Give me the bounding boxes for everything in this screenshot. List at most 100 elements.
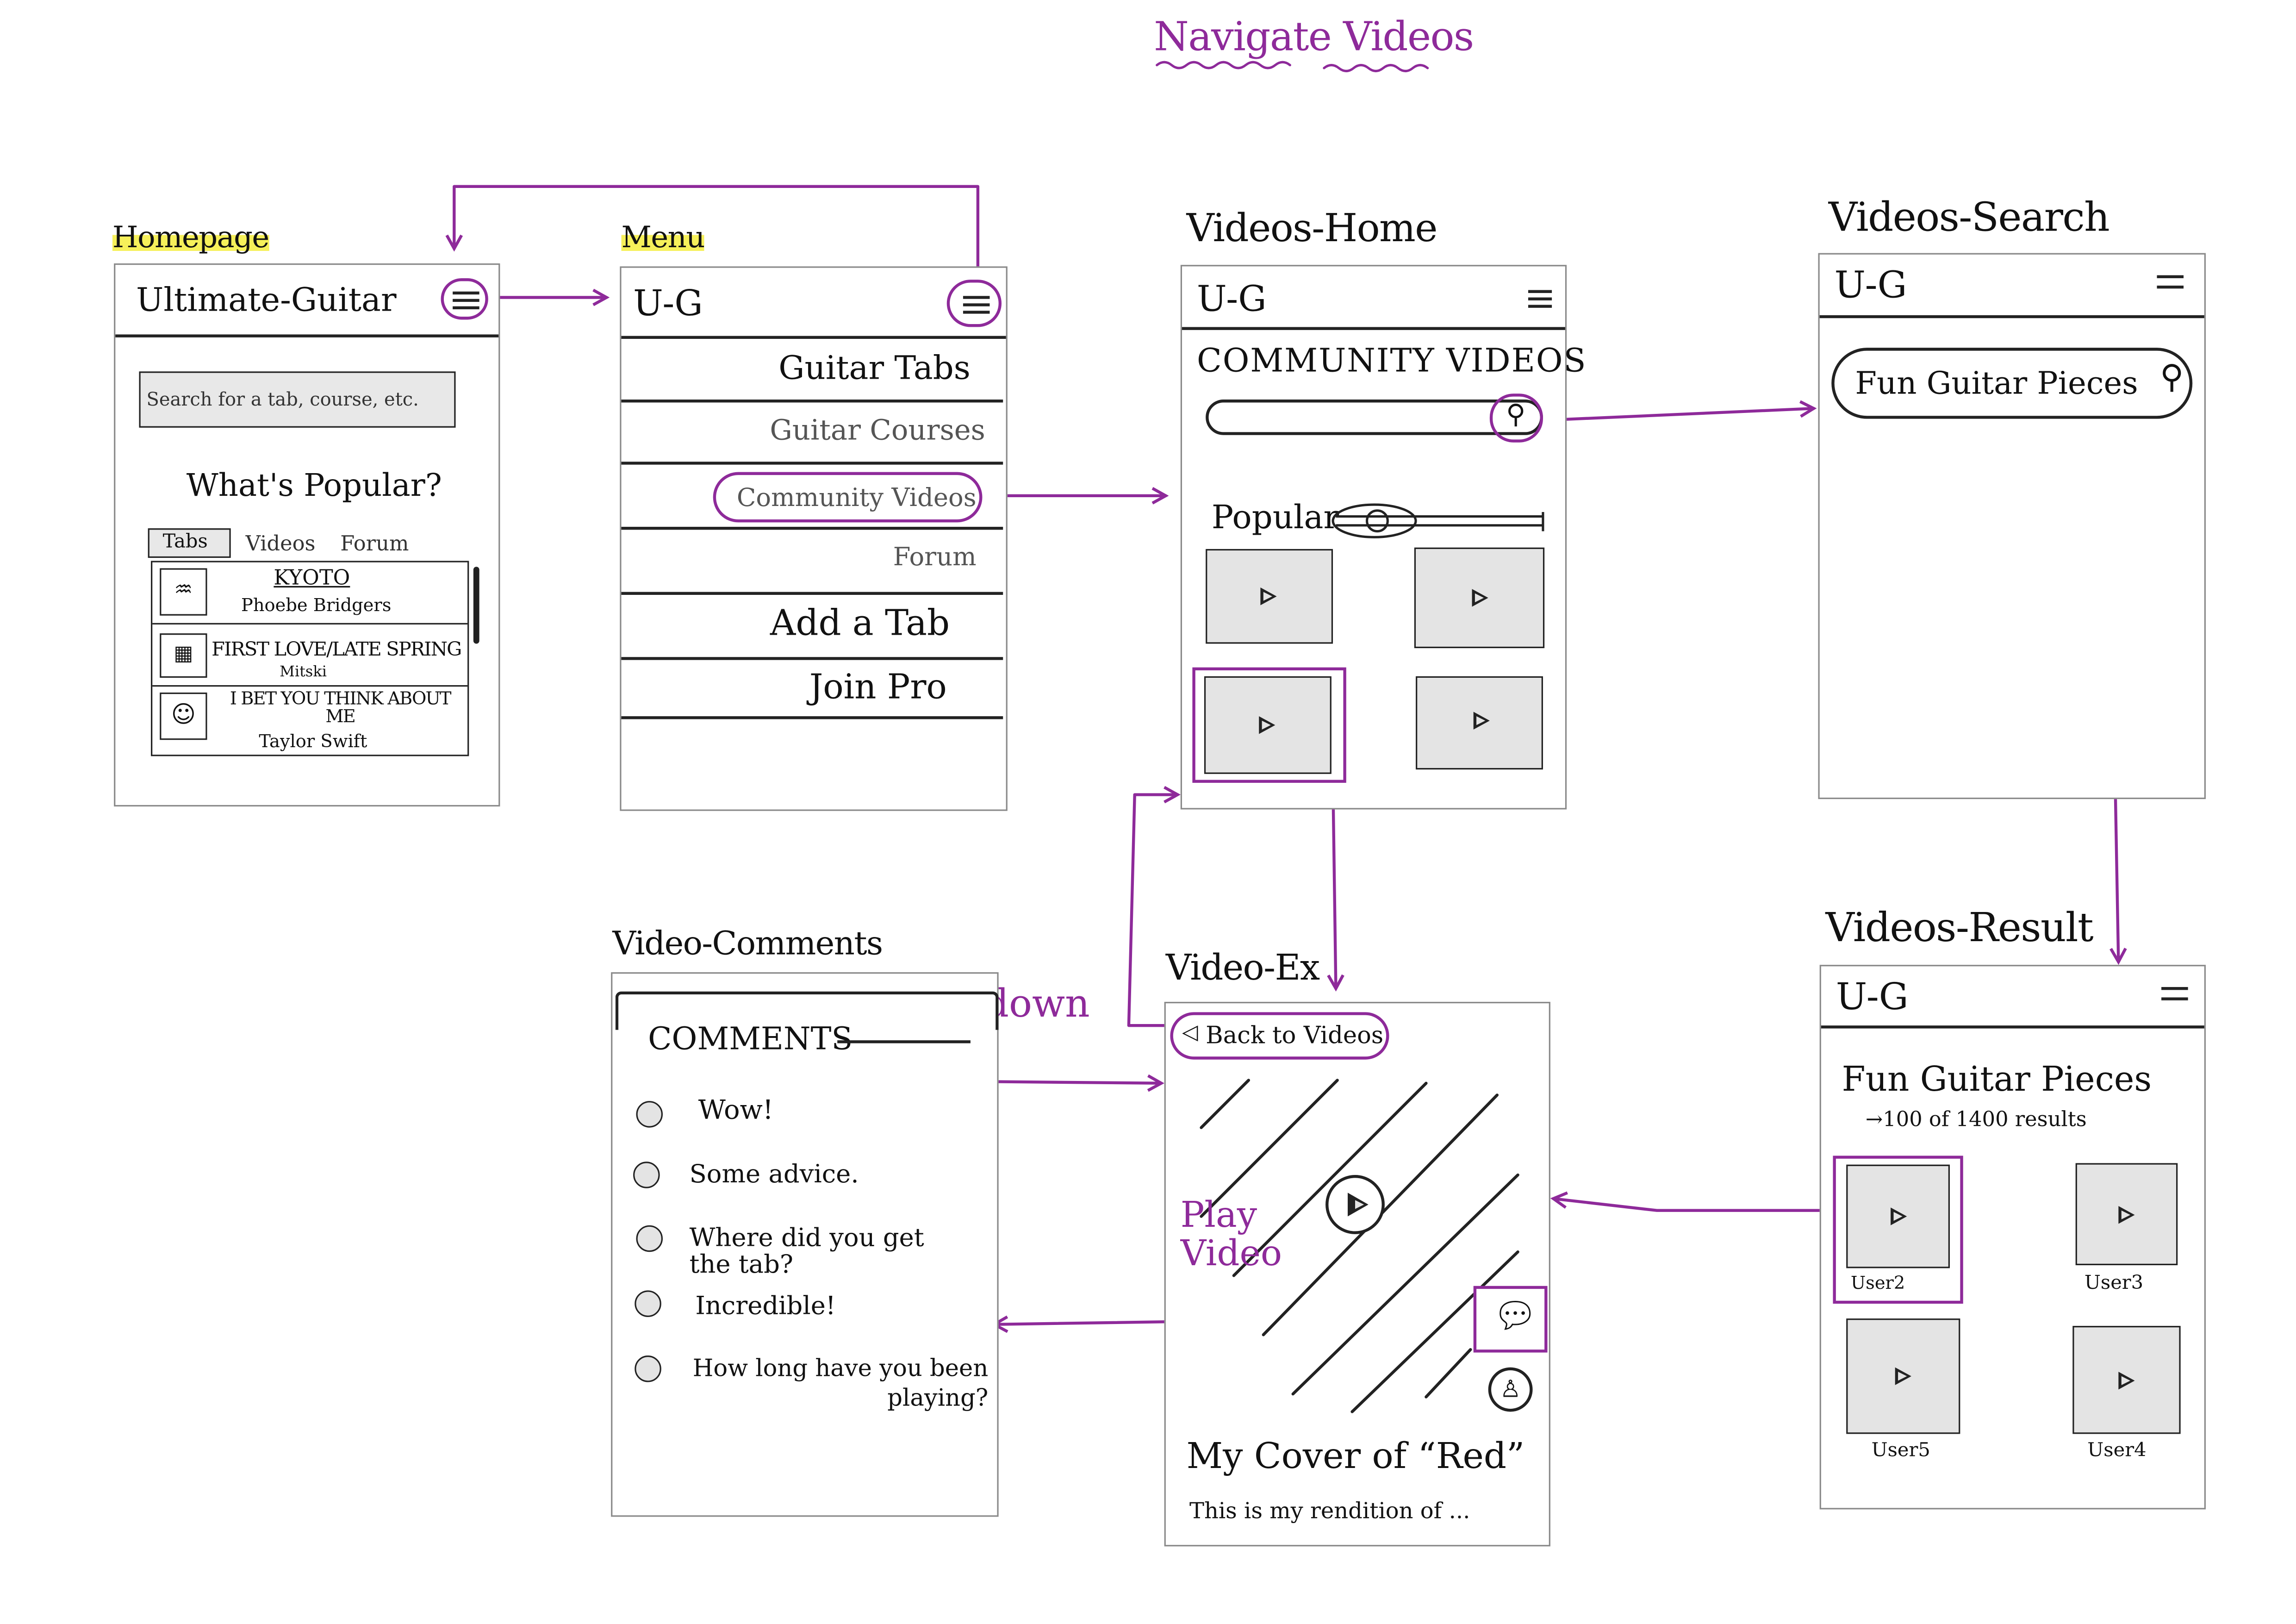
search-query: Fun Guitar Pieces (1855, 365, 2138, 401)
arrow-menu-back-home (454, 185, 980, 280)
comment-icon: 💬︎ (1493, 1294, 1538, 1337)
comments-heading: COMMENTS (648, 1021, 853, 1057)
song-artist: Mitski (280, 664, 327, 681)
list-scrollbar[interactable] (473, 567, 479, 644)
result-user: User4 (2087, 1440, 2147, 1462)
album-art-icon: ▦ (160, 633, 207, 678)
profile-icon[interactable]: ♙ (1488, 1367, 1533, 1412)
commenter-avatar (635, 1355, 661, 1382)
brand-name: U-G (633, 282, 703, 325)
tab-tabs[interactable]: Tabs (148, 528, 231, 558)
play-icon (2118, 1206, 2135, 1224)
video-search-input[interactable]: Fun Guitar Pieces ⚲ (1831, 348, 2193, 419)
arrow-back-to-videos-home (1127, 795, 1177, 1027)
song-title[interactable]: FIRST LOVE/LATE SPRING (212, 639, 462, 662)
search-input[interactable]: Search for a tab, course, etc. (139, 371, 456, 428)
video-thumbnail[interactable] (1414, 547, 1545, 649)
video-ex-label: Video-Ex (1165, 947, 1320, 989)
result-thumbnail[interactable] (2075, 1163, 2178, 1266)
arrow-thumbnail-to-video-ex (1333, 778, 1336, 989)
homepage-label: Homepage (112, 219, 269, 255)
video-thumbnail[interactable] (1206, 549, 1333, 644)
hamburger-menu-icon[interactable] (1528, 290, 1552, 308)
result-user: User5 (1871, 1440, 1930, 1462)
video-thumbnail[interactable] (1416, 676, 1543, 770)
hamburger-menu-icon[interactable] (2157, 275, 2184, 289)
search-icon[interactable]: ⚲ (2160, 360, 2184, 397)
popular-list: ♒ KYOTO Phoebe Bridgers ▦ FIRST LOVE/LAT… (151, 561, 469, 756)
play-icon (1472, 589, 1488, 607)
wireframe-canvas: Navigate Videos Homepage Ultimate-Guitar… (0, 0, 2296, 1624)
arrow-search-to-videos-search (1543, 408, 1814, 422)
menu-button[interactable] (441, 278, 488, 320)
back-arrow-icon: ◁ (1182, 1021, 1198, 1045)
video-description: This is my rendition of ... (1189, 1497, 1470, 1524)
videos-home-label: Videos-Home (1186, 207, 1438, 252)
video-comments-screen: COMMENTS Wow! Some advice. Where did you… (611, 972, 999, 1517)
menu-item-guitar-tabs[interactable]: Guitar Tabs (778, 351, 971, 388)
brand-name: Ultimate-Guitar (136, 282, 397, 320)
comment-text: Incredible! (695, 1292, 836, 1322)
comment-text: Wow! (698, 1095, 774, 1126)
tab-forum[interactable]: Forum (340, 533, 409, 556)
menu-item-join-pro[interactable]: Join Pro (809, 669, 947, 707)
back-to-videos-button[interactable]: ◁ Back to Videos (1170, 1012, 1389, 1060)
play-icon (2118, 1372, 2135, 1390)
video-ex-screen: ◁ Back to Videos Play Video 💬︎ ♙ My Cove… (1164, 1002, 1550, 1547)
play-icon (1348, 1193, 1369, 1217)
play-icon (1891, 1207, 1907, 1225)
video-title: My Cover of “Red” (1186, 1435, 1525, 1477)
commenter-avatar (633, 1162, 660, 1188)
commenter-avatar (636, 1101, 663, 1128)
hamburger-menu-icon[interactable] (2161, 987, 2188, 1000)
play-icon (1473, 712, 1490, 730)
hamburger-menu-icon (963, 296, 990, 314)
video-thumbnail[interactable] (1204, 676, 1332, 774)
song-artist: Taylor Swift (259, 731, 367, 752)
play-icon (1895, 1367, 1911, 1385)
song-title[interactable]: I BET YOU THINK ABOUT ME (214, 690, 466, 725)
title-underline (1156, 61, 1429, 72)
play-video-annotation: Play Video (1180, 1194, 1282, 1274)
guitar-icon (1330, 503, 1546, 542)
result-user: User2 (1850, 1272, 1905, 1293)
result-thumbnail[interactable] (1846, 1164, 1950, 1268)
result-thumbnail[interactable] (1846, 1318, 1960, 1434)
menu-item-forum[interactable]: Forum (893, 543, 977, 573)
page-title: Navigate Videos (1154, 14, 1474, 61)
videos-home-screen: U-G COMMUNITY VIDEOS ⚲ Popular (1180, 265, 1586, 810)
videos-result-screen: U-G Fun Guitar Pieces →100 of 1400 resul… (1819, 965, 2206, 1510)
result-count: →100 of 1400 results (1865, 1108, 2087, 1132)
play-icon (1259, 716, 1276, 734)
song-artist: Phoebe Bridgers (241, 594, 392, 616)
menu-button[interactable] (946, 280, 1002, 327)
comment-text: Where did you get the tab? (689, 1224, 924, 1280)
menu-item-guitar-courses[interactable]: Guitar Courses (770, 414, 985, 447)
brand-name: U-G (1834, 263, 1907, 306)
album-art-icon: ☺ (160, 692, 207, 740)
commenter-avatar (635, 1290, 661, 1317)
result-thumbnail[interactable] (2072, 1326, 2181, 1434)
hamburger-menu-icon (453, 291, 479, 310)
comments-button[interactable]: 💬︎ (1473, 1286, 1548, 1353)
community-videos-heading: COMMUNITY VIDEOS (1196, 343, 1587, 381)
brand-name: U-G (1836, 975, 1909, 1018)
popular-section-title: Popular (1211, 500, 1339, 537)
tab-videos[interactable]: Videos (246, 533, 316, 556)
search-button[interactable]: ⚲ (1489, 394, 1543, 443)
song-title[interactable]: KYOTO (274, 567, 350, 590)
comment-text: How long have you been playing? (692, 1354, 989, 1412)
search-placeholder: Search for a tab, course, etc. (146, 387, 419, 410)
video-comments-label: Video-Comments (612, 926, 883, 963)
videos-result-label: Videos-Result (1825, 906, 2093, 952)
section-title: What's Popular? (186, 468, 442, 503)
play-button[interactable] (1325, 1175, 1385, 1234)
play-icon (1260, 587, 1277, 606)
videos-search-label: Videos-Search (1828, 195, 2110, 242)
arrow-result-to-video-ex (1553, 1199, 1838, 1212)
result-query: Fun Guitar Pieces (1842, 1061, 2152, 1099)
album-art-icon: ♒ (160, 568, 207, 616)
commenter-avatar (636, 1225, 663, 1252)
menu-item-add-tab[interactable]: Add a Tab (770, 602, 950, 644)
menu-item-community-videos[interactable]: Community Videos (713, 472, 983, 523)
